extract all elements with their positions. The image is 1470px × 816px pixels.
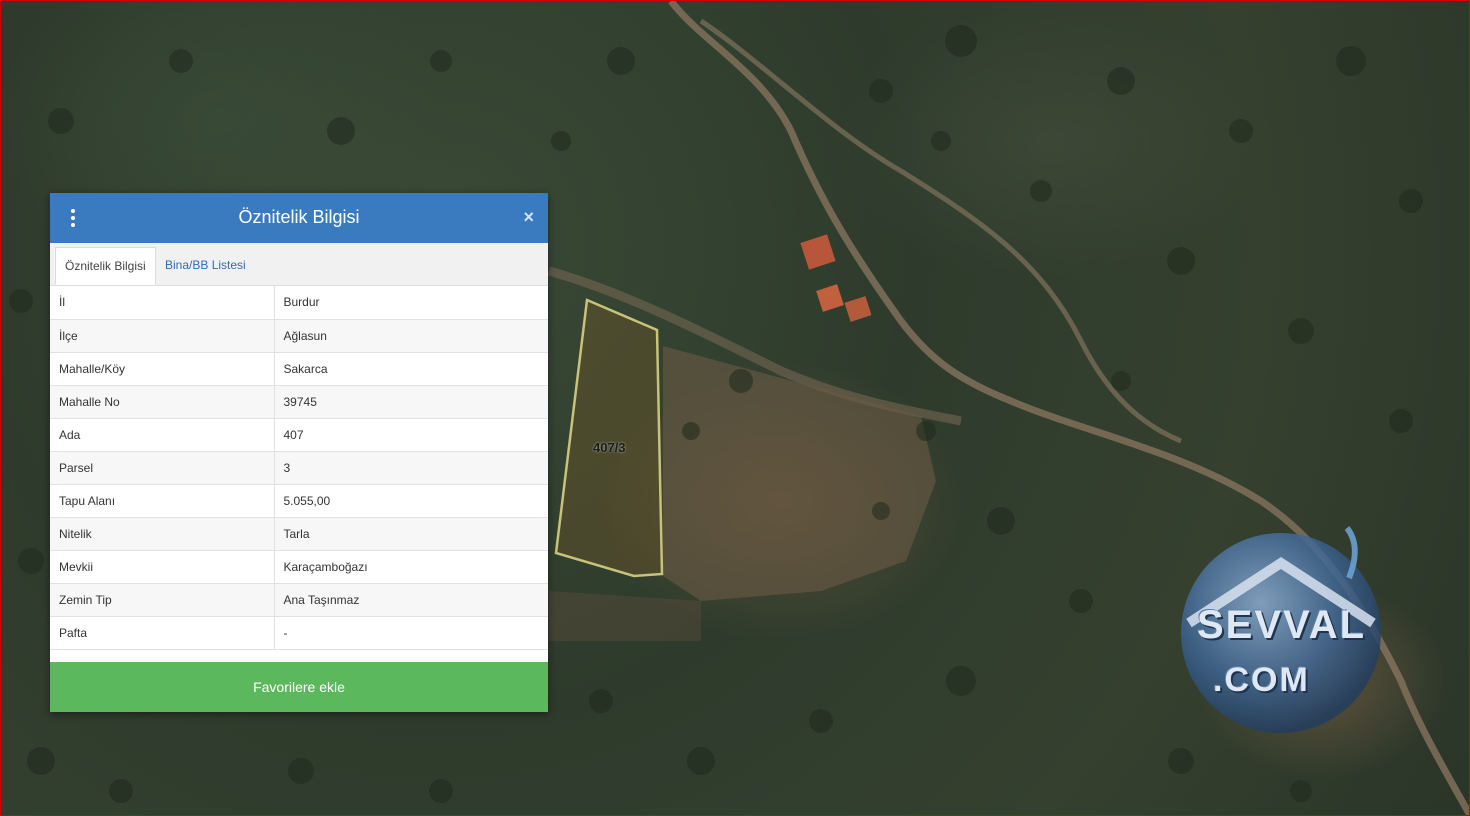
table-row: Ada 407 (50, 418, 548, 452)
row-value: 39745 (274, 385, 548, 419)
panel-title: Öznitelik Bilgisi (238, 207, 360, 227)
watermark-text-2: .COM (1213, 661, 1310, 699)
parcel-label: 407/3 (593, 440, 626, 455)
row-key: Pafta (50, 616, 275, 650)
row-key: Mahalle/Köy (50, 352, 275, 386)
table-row: Mahalle No 39745 (50, 385, 548, 419)
close-icon[interactable]: × (523, 207, 534, 228)
attribute-panel: Öznitelik Bilgisi × Öznitelik Bilgisi Bi… (50, 193, 548, 712)
row-key: Tapu Alanı (50, 484, 275, 518)
building-roof (844, 296, 872, 322)
table-row: İlçe Ağlasun (50, 319, 548, 353)
table-row: Mahalle/Köy Sakarca (50, 352, 548, 386)
row-key: Zemin Tip (50, 583, 275, 617)
row-key: Parsel (50, 451, 275, 485)
building-roof (816, 284, 844, 312)
table-row: Tapu Alanı 5.055,00 (50, 484, 548, 518)
row-value: 407 (274, 418, 548, 452)
table-row: Parsel 3 (50, 451, 548, 485)
building-roof (800, 234, 836, 270)
panel-tabs: Öznitelik Bilgisi Bina/BB Listesi (50, 243, 548, 286)
row-key: İlçe (50, 319, 275, 353)
row-value: Ana Taşınmaz (274, 583, 548, 617)
table-row: İl Burdur (50, 286, 548, 320)
row-value: - (274, 616, 548, 650)
table-row: Mevkii Karaçamboğazı (50, 550, 548, 584)
row-key: Ada (50, 418, 275, 452)
field-area (663, 346, 936, 601)
row-value: Tarla (274, 517, 548, 551)
row-value: Sakarca (274, 352, 548, 386)
watermark-text-1: SEVVAL (1197, 603, 1367, 647)
row-key: Mevkii (50, 550, 275, 584)
row-value: Karaçamboğazı (274, 550, 548, 584)
table-row: Zemin Tip Ana Taşınmaz (50, 583, 548, 617)
row-key: İl (50, 286, 275, 320)
parcel-outline[interactable] (554, 298, 664, 578)
table-row: Nitelik Tarla (50, 517, 548, 551)
add-to-favorites-button[interactable]: Favorilere ekle (50, 662, 548, 712)
row-value: 5.055,00 (274, 484, 548, 518)
tab-attribute-info[interactable]: Öznitelik Bilgisi (55, 247, 156, 285)
attribute-table: İl Burdur İlçe Ağlasun Mahalle/Köy Sakar… (50, 286, 548, 650)
row-value: 3 (274, 451, 548, 485)
row-value: Ağlasun (274, 319, 548, 353)
row-value: Burdur (274, 286, 548, 320)
sevval-watermark-logo: SEVVAL .COM (1169, 523, 1391, 737)
tab-building-list[interactable]: Bina/BB Listesi (156, 247, 255, 284)
satellite-map[interactable]: 407/3 SEVVAL .COM Öznitelik Bilgisi × Öz… (0, 0, 1470, 816)
panel-header: Öznitelik Bilgisi × (50, 193, 548, 243)
row-key: Nitelik (50, 517, 275, 551)
row-key: Mahalle No (50, 385, 275, 419)
table-row: Pafta - (50, 616, 548, 650)
field-area (549, 591, 701, 641)
